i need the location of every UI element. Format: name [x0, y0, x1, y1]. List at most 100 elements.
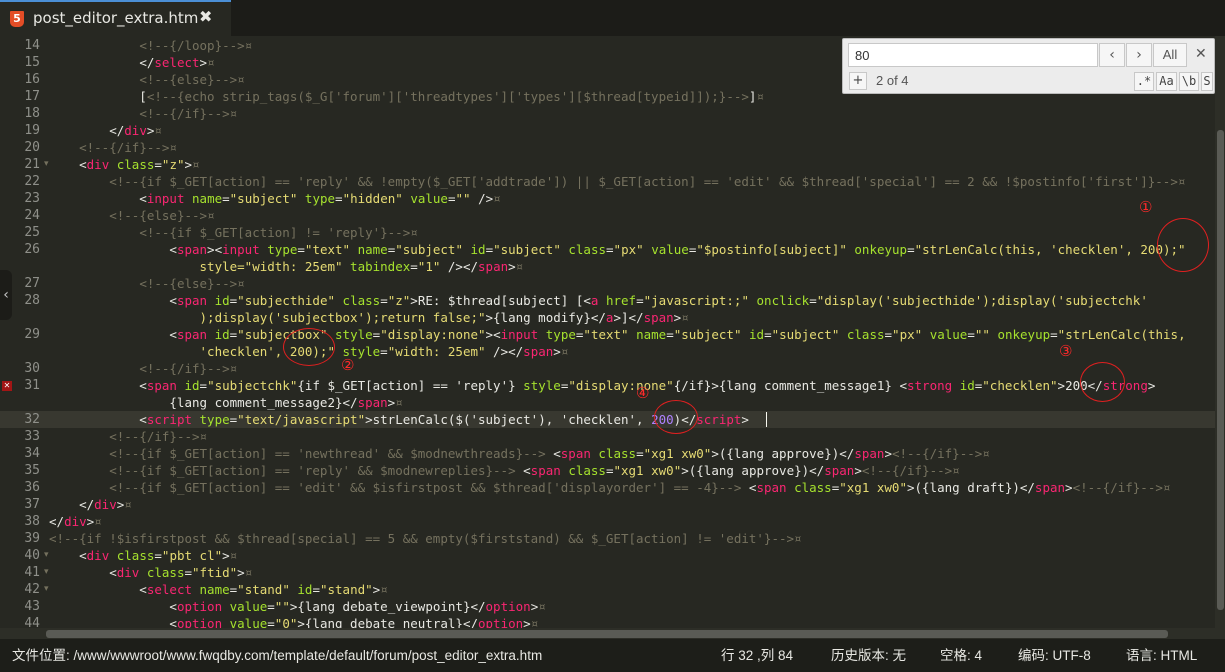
- code-line[interactable]: <!--{else}-->¤: [49, 207, 1212, 224]
- code-token: span: [523, 344, 554, 359]
- line-number: 33: [24, 429, 40, 444]
- code-line[interactable]: <select name="stand" id="stand">¤: [49, 581, 1212, 598]
- code-token: type: [199, 412, 230, 427]
- code-token: class: [568, 242, 607, 257]
- code-token: "javascript:;": [643, 293, 749, 308]
- horizontal-scroll-thumb[interactable]: [46, 630, 1168, 638]
- fold-arrow-icon[interactable]: ▾: [44, 581, 49, 598]
- vertical-scroll-thumb[interactable]: [1217, 130, 1224, 610]
- find-add-button[interactable]: +: [849, 72, 867, 90]
- code-line[interactable]: <!--{/if}-->¤: [49, 360, 1212, 377]
- code-line[interactable]: <!--{if !$isfirstpost && $thread[special…: [49, 530, 1212, 547]
- side-panel-toggle[interactable]: ‹: [0, 270, 12, 320]
- code-line[interactable]: <script type="text/javascript">strLenCal…: [49, 411, 1212, 428]
- status-language[interactable]: 语言: HTML: [1126, 639, 1197, 672]
- code-token: div: [124, 123, 147, 138]
- code-line[interactable]: <span id="subjectchk"{if $_GET[action] =…: [49, 377, 1212, 394]
- code-line[interactable]: <!--{/if}-->¤: [49, 428, 1212, 445]
- code-token: =: [410, 259, 418, 274]
- code-token: <!--{/if}-->¤: [891, 446, 990, 461]
- code-token: ¤: [237, 72, 245, 87]
- code-line[interactable]: <span><input type="text" name="subject" …: [49, 241, 1212, 258]
- code-token: name: [357, 242, 388, 257]
- line-number: 38: [24, 514, 40, 529]
- find-all-button[interactable]: All: [1153, 43, 1187, 67]
- code-token: style="width: 25em": [199, 259, 343, 274]
- code-token: <!--{else}-->: [139, 276, 238, 291]
- line-number: 43: [24, 599, 40, 614]
- find-panel: ‹ › All ✕ + 2 of 4 .* Aa \b S: [842, 38, 1215, 94]
- code-line[interactable]: <div class="z">¤: [49, 156, 1212, 173]
- code-line[interactable]: </div>¤: [49, 496, 1212, 513]
- code-token: <: [49, 582, 147, 597]
- code-editor[interactable]: 14 <!--{/loop}-->¤ 15 </select>¤ 16 <!--{e…: [0, 36, 1215, 639]
- code-line[interactable]: <span id="subjecthide" class="z">RE: $th…: [49, 292, 1212, 309]
- code-token: ¤: [124, 497, 132, 512]
- status-indent[interactable]: 空格: 4: [940, 639, 982, 672]
- code-line[interactable]: <option value="">{lang debate_viewpoint}…: [49, 598, 1212, 615]
- code-token: "checklen": [982, 378, 1058, 393]
- code-line[interactable]: {lang comment_message2}</span>¤: [49, 394, 1212, 411]
- code-line[interactable]: <div class="ftid">¤: [49, 564, 1212, 581]
- code-line[interactable]: <!--{/if}-->¤: [49, 105, 1212, 122]
- code-line[interactable]: );display('subjectbox');return false;">{…: [49, 309, 1212, 326]
- code-token: ¤: [395, 395, 403, 410]
- code-line[interactable]: <span id="subjectbox" style="display:non…: [49, 326, 1212, 343]
- word-toggle[interactable]: \b: [1179, 72, 1199, 91]
- code-token: ¤: [560, 344, 569, 359]
- code-token: <: [545, 446, 561, 461]
- code-line[interactable]: <!--{if $_GET[action] == 'reply' && !emp…: [49, 173, 1212, 190]
- find-prev-button[interactable]: ‹: [1099, 43, 1125, 67]
- code-line[interactable]: </div>¤: [49, 122, 1212, 139]
- error-marker-icon[interactable]: ✕: [2, 381, 12, 391]
- code-token: class: [116, 157, 155, 172]
- find-close-icon[interactable]: ✕: [1195, 46, 1207, 62]
- regex-toggle[interactable]: .*: [1134, 72, 1154, 91]
- fold-arrow-icon[interactable]: ▾: [44, 547, 49, 564]
- code-token: span: [176, 327, 208, 342]
- close-tab-icon[interactable]: ✖: [199, 7, 212, 26]
- find-next-button[interactable]: ›: [1126, 43, 1152, 67]
- code-line[interactable]: <input name="subject" type="hidden" valu…: [49, 190, 1212, 207]
- code-line[interactable]: <!--{/if}-->¤: [49, 139, 1212, 156]
- status-cursor-position[interactable]: 行 32 ,列 84: [721, 639, 793, 672]
- code-token: class: [116, 548, 155, 563]
- selection-toggle[interactable]: S: [1201, 72, 1213, 91]
- status-history[interactable]: 历史版本: 无: [831, 639, 906, 672]
- fold-arrow-icon[interactable]: ▾: [44, 156, 49, 173]
- code-token: ¤: [192, 157, 200, 172]
- case-toggle[interactable]: Aa: [1156, 72, 1177, 91]
- code-token: </: [49, 514, 65, 529]
- code-line[interactable]: <!--{if $_GET[action] == 'reply' && $mod…: [49, 462, 1212, 479]
- code-line[interactable]: <!--{else}-->¤: [49, 275, 1212, 292]
- code-line[interactable]: <!--{if $_GET[action] == 'edit' && $isfi…: [49, 479, 1212, 496]
- code-token: <!--{/loop}-->: [139, 38, 245, 53]
- find-input[interactable]: [848, 43, 1098, 67]
- fold-arrow-icon[interactable]: ▾: [44, 564, 49, 581]
- code-line[interactable]: style="width: 25em" tabindex="1" /></spa…: [49, 258, 1212, 275]
- code-token: >: [199, 55, 208, 70]
- code-token: <: [49, 599, 177, 614]
- line-number: 25: [24, 225, 40, 240]
- file-tab[interactable]: 5 post_editor_extra.htm ✖: [0, 0, 231, 36]
- code-token: >({lang approve})</: [681, 463, 825, 478]
- code-line[interactable]: </div>¤: [49, 513, 1212, 530]
- code-line[interactable]: 'checklen', 200);" style="width: 25em" /…: [49, 343, 1212, 360]
- status-encoding[interactable]: 编码: UTF-8: [1018, 639, 1091, 672]
- code-token: "ftid": [192, 565, 238, 580]
- code-token: =: [967, 327, 975, 342]
- code-line[interactable]: <!--{if $_GET[action] != 'reply'}-->¤: [49, 224, 1212, 241]
- code-line[interactable]: <!--{if $_GET[action] == 'newthread' && …: [49, 445, 1212, 462]
- code-line[interactable]: <div class="pbt cl">¤: [49, 547, 1212, 564]
- code-token: class: [342, 293, 381, 308]
